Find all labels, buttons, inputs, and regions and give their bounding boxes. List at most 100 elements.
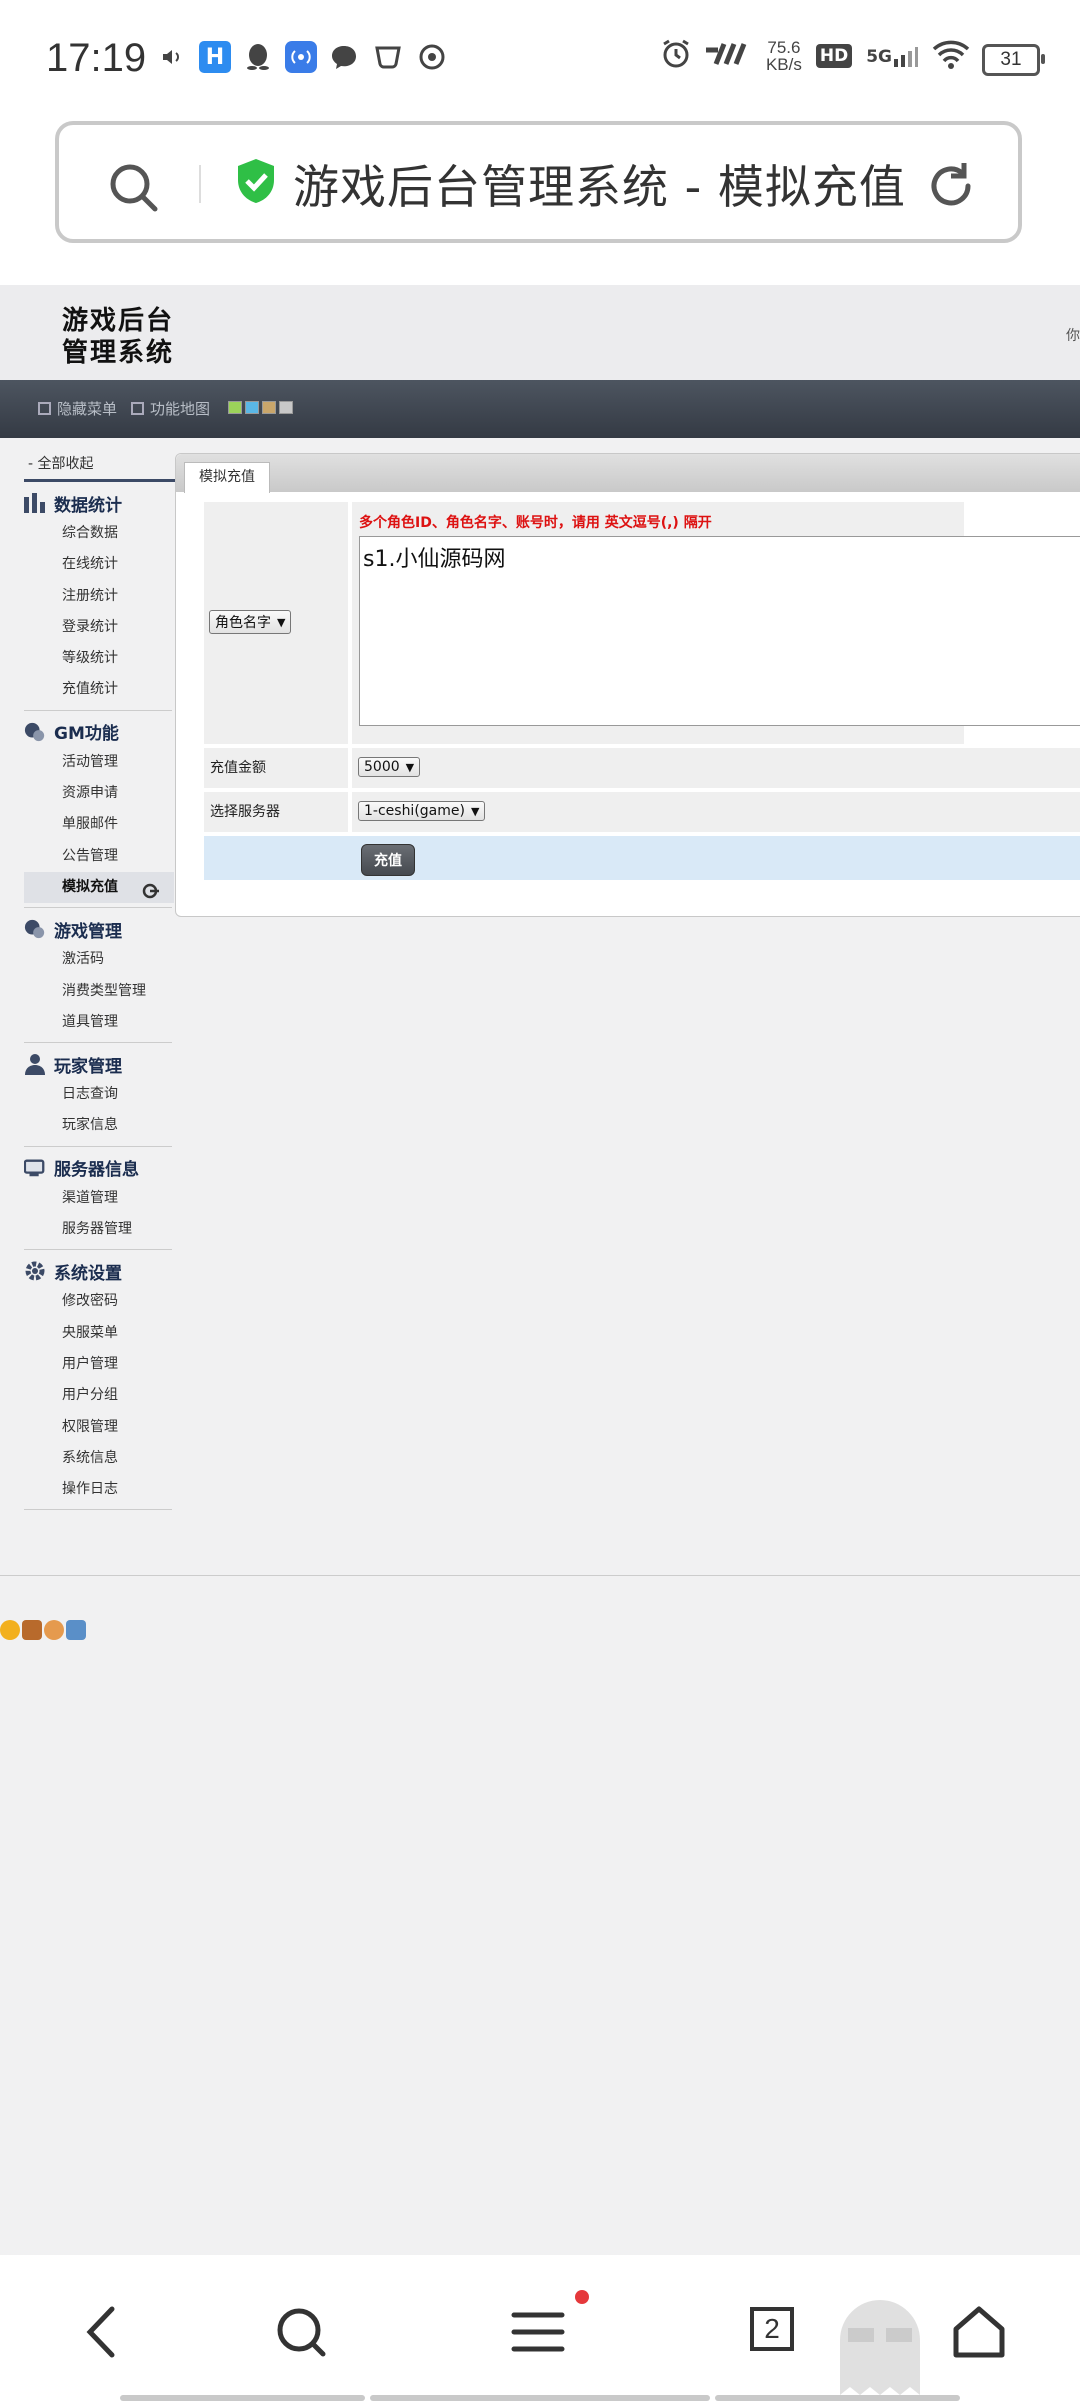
menu-head-server[interactable]: 服务器信息 [24,1153,174,1183]
sidebar-item-register-stats[interactable]: 注册统计 [24,581,174,612]
address-bar[interactable]: 游戏后台管理系统 - 模拟充值 [55,121,1022,243]
theme-swatches [228,401,293,414]
sidebar-item-consume-type[interactable]: 消费类型管理 [24,976,174,1007]
sidebar-item-central-menu[interactable]: 央服菜单 [24,1318,174,1349]
role-type-select[interactable]: 角色名字 ▼ [209,610,292,634]
sidebar-item-announcement[interactable]: 公告管理 [24,841,174,872]
divider [24,1249,172,1251]
tabs-button[interactable]: 2 [750,2307,794,2351]
divider [24,1509,172,1511]
building-icon[interactable] [66,1620,86,1640]
warning-icon[interactable] [0,1620,20,1640]
divider [24,709,172,711]
sidebar-item-activity[interactable]: 活动管理 [24,747,174,778]
theme-brown-swatch[interactable] [262,401,276,414]
theme-blue-swatch[interactable] [245,401,259,414]
role-row: 角色名字 ▼ 多个角色ID、角色名字、账号时，请用 英文逗号(,) 隔开 s1.… [204,502,1080,744]
sidebar-item-operation-log[interactable]: 操作日志 [24,1474,174,1505]
signal-bars-icon [894,47,918,67]
menu-head-settings[interactable]: 系统设置 [24,1256,174,1286]
sidebar-item-log-query[interactable]: 日志查询 [24,1079,174,1110]
function-map-button[interactable]: 功能地图 [131,398,210,419]
signal-5g: 5G [866,45,918,67]
menu-head-label: 系统设置 [54,1263,122,1284]
collapse-all-link[interactable]: - 全部收起 [24,447,176,482]
tab-simulated-recharge[interactable]: 模拟充值 [184,462,270,493]
menu-head-gm[interactable]: GM功能 [24,717,174,747]
sidebar-item-activation-code[interactable]: 激活码 [24,944,174,975]
sidebar: - 全部收起 数据统计 综合数据 在线统计 注册统计 登录统计 等级统计 充值统… [24,447,176,1511]
content-panel: 模拟充值 角色名字 ▼ 多个角色ID、角色名字、账号时，请用 英文逗号(,) 隔… [175,453,1080,917]
sidebar-item-online-stats[interactable]: 在线统计 [24,549,174,580]
server-select[interactable]: 1-ceshi(game) ▼ [358,801,486,821]
menu-icon[interactable] [510,2305,566,2363]
recharge-form: 角色名字 ▼ 多个角色ID、角色名字、账号时，请用 英文逗号(,) 隔开 s1.… [204,502,1080,880]
sidebar-item-items[interactable]: 道具管理 [24,1007,174,1038]
sidebar-item-change-password[interactable]: 修改密码 [24,1286,174,1317]
menu-head-player[interactable]: 玩家管理 [24,1049,174,1079]
wifi-icon [932,39,970,73]
tools-icon[interactable] [44,1620,64,1640]
message-icon [327,40,361,74]
theme-green-swatch[interactable] [228,401,242,414]
sidebar-item-server-manage[interactable]: 服务器管理 [24,1214,174,1245]
gesture-bar-right [715,2395,960,2401]
menu-group-player: 玩家管理 日志查询 玩家信息 [24,1049,174,1147]
sidebar-item-user-manage[interactable]: 用户管理 [24,1349,174,1380]
network-speed-unit: KB/s [765,55,802,74]
back-icon[interactable] [82,2305,122,2363]
amount-value-cell: 5000 ▼ [352,748,1080,788]
sidebar-item-login-stats[interactable]: 登录统计 [24,612,174,643]
hide-menu-button[interactable]: 隐藏菜单 [38,398,117,419]
volume-icon [155,40,189,74]
network-type: 5G [866,47,892,67]
active-arrow-icon [142,880,160,911]
sidebar-item-permissions[interactable]: 权限管理 [24,1412,174,1443]
search-icon[interactable] [107,161,161,219]
hide-menu-icon [38,402,51,415]
footer-divider [0,1575,1080,1576]
recharge-button[interactable]: 充值 [361,844,415,876]
cup-icon [371,40,405,74]
hd-badge: HD [815,44,853,68]
sidebar-item-system-info[interactable]: 系统信息 [24,1443,174,1474]
chevron-down-icon: ▼ [405,760,415,774]
menu-head-data-stats[interactable]: 数据统计 [24,488,174,518]
palette-icon[interactable] [22,1620,42,1640]
sidebar-item-simulated-recharge[interactable]: 模拟充值 [24,871,174,904]
role-label-cell: 角色名字 ▼ [204,502,348,744]
role-names-textarea[interactable]: s1.小仙源码网 [359,536,1080,726]
sidebar-item-player-info[interactable]: 玩家信息 [24,1110,174,1141]
site-logo[interactable]: 游戏后台 管理系统 [62,305,190,369]
reload-icon[interactable] [924,159,978,217]
alarm-icon [660,38,692,74]
sidebar-item-recharge-stats[interactable]: 充值统计 [24,674,174,705]
divider [24,1145,172,1147]
menu-group-gm: GM功能 活动管理 资源申请 单服邮件 公告管理 模拟充值 [24,717,174,909]
system-icons: 75.6 KB/s HD 5G [660,38,970,74]
sidebar-item-level-stats[interactable]: 等级统计 [24,643,174,674]
game-icon [24,918,46,940]
secure-shield-icon [235,157,277,209]
search-icon[interactable] [274,2305,328,2363]
amount-label: 充值金额 [204,748,348,788]
sidebar-item-channel[interactable]: 渠道管理 [24,1183,174,1214]
home-icon[interactable] [952,2305,1006,2363]
menu-head-label: 游戏管理 [54,921,122,942]
notification-icons: H [155,40,449,74]
sidebar-item-resource-request[interactable]: 资源申请 [24,778,174,809]
gesture-bar-center[interactable] [370,2395,710,2401]
amount-select[interactable]: 5000 ▼ [358,757,421,777]
status-time: 17:19 [46,36,147,80]
page-title[interactable]: 游戏后台管理系统 - 模拟充值 [293,151,906,217]
server-icon [24,1157,46,1179]
sidebar-item-overview[interactable]: 综合数据 [24,518,174,549]
sidebar-item-user-group[interactable]: 用户分组 [24,1380,174,1411]
gm-icon [24,721,46,743]
amount-value: 5000 [364,759,400,775]
amount-row: 充值金额 5000 ▼ [204,748,1080,792]
battery-indicator: 31 [982,44,1045,76]
sidebar-item-server-mail[interactable]: 单服邮件 [24,809,174,840]
menu-head-game[interactable]: 游戏管理 [24,914,174,944]
theme-gray-swatch[interactable] [279,401,293,414]
